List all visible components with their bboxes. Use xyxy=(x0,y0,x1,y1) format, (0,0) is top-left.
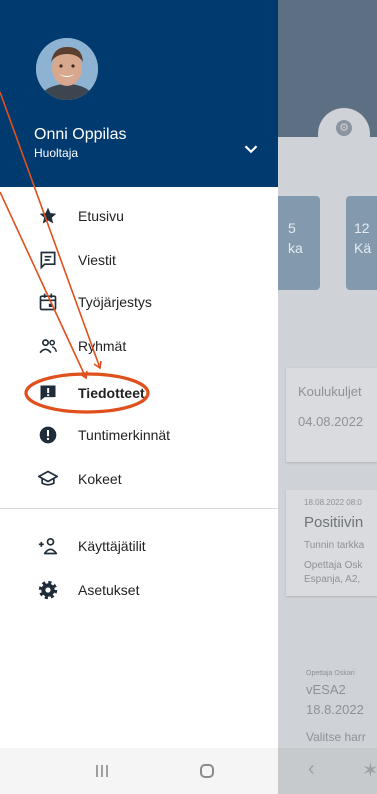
chevron-down-icon[interactable] xyxy=(240,138,262,160)
user-role: Huoltaja xyxy=(34,146,79,160)
graduation-cap-icon xyxy=(38,470,58,486)
background-card-title: vESA2 xyxy=(306,682,346,697)
nav-item-ryhmat[interactable]: Ryhmät xyxy=(0,326,278,366)
drawer-divider xyxy=(0,508,278,509)
recent-apps-icon[interactable] xyxy=(94,764,110,778)
background-card-announcement: 18.08.2022 08:0 Positiivin Tunnin tarkka… xyxy=(286,490,377,596)
nav-item-label: Käyttäjätilit xyxy=(78,538,146,554)
add-user-icon xyxy=(38,538,58,555)
background-card-transport: Koulukuljet 04.08.2022 xyxy=(286,368,377,462)
nav-item-label: Tuntimerkinnät xyxy=(78,427,171,443)
nav-item-kokeet[interactable]: Kokeet xyxy=(0,459,278,499)
background-card-date: 04.08.2022 xyxy=(298,414,364,429)
nav-item-label: Viestit xyxy=(78,252,116,268)
nav-item-tiedotteet[interactable]: Tiedotteet xyxy=(0,373,278,413)
nav-item-viestit[interactable]: Viestit xyxy=(0,240,278,280)
calendar-icon xyxy=(39,293,57,311)
nav-item-label: Ryhmät xyxy=(78,338,127,354)
navigation-drawer: Onni Oppilas Huoltaja Etusivu Viestit Ty… xyxy=(0,0,278,794)
background-card-teacher: Opettaja Osk xyxy=(304,560,363,571)
group-icon xyxy=(39,339,58,354)
nav-item-label: Työjärjestys xyxy=(78,294,152,310)
background-tile: 12 Kä xyxy=(346,196,377,290)
drawer-header: Onni Oppilas Huoltaja xyxy=(0,0,278,187)
avatar[interactable] xyxy=(36,38,98,100)
background-card-date: 18.8.2022 xyxy=(306,702,364,717)
nav-item-asetukset[interactable]: Asetukset xyxy=(0,570,278,610)
nav-item-label: Kokeet xyxy=(78,471,122,487)
background-card-meta: Opettaja Oskari xyxy=(306,670,355,677)
background-card-title: Koulukuljet xyxy=(298,384,362,399)
message-icon xyxy=(40,251,56,270)
background-card-esa: Opettaja Oskari vESA2 18.8.2022 Valitse … xyxy=(296,660,377,748)
background-tile-line1: 5 xyxy=(288,220,296,236)
accessibility-icon[interactable]: ✶ xyxy=(362,758,377,783)
announcement-icon xyxy=(40,385,56,401)
background-tile-line2: Kä xyxy=(354,240,372,256)
background-nav-bar: ‹ ✶ xyxy=(278,748,377,794)
background-tile-line1: 12 xyxy=(354,220,370,236)
back-chevron-icon[interactable]: ‹ xyxy=(308,758,315,781)
background-tile-line2: ka xyxy=(288,240,303,256)
background-card-title: Positiivin xyxy=(304,514,364,531)
system-nav-bar xyxy=(0,748,278,794)
background-card-subtitle: Tunnin tarkka xyxy=(304,540,365,551)
background-gear-icon: ⚙ xyxy=(336,120,352,136)
nav-item-tyojarjestys[interactable]: Työjärjestys xyxy=(0,282,278,322)
background-card-meta: 18.08.2022 08:0 xyxy=(304,498,362,507)
alert-icon xyxy=(39,426,57,444)
nav-item-label: Asetukset xyxy=(78,582,140,598)
nav-item-kayttajatilit[interactable]: Käyttäjätilit xyxy=(0,526,278,566)
nav-item-label: Tiedotteet xyxy=(78,385,145,401)
background-card-course: Espanja, A2, xyxy=(304,574,361,585)
background-card-text: Valitse harr xyxy=(306,730,366,744)
nav-item-label: Etusivu xyxy=(78,208,124,224)
nav-item-etusivu[interactable]: Etusivu xyxy=(0,196,278,236)
star-icon xyxy=(39,207,57,224)
user-name: Onni Oppilas xyxy=(34,126,127,143)
nav-item-tuntimerkinnat[interactable]: Tuntimerkinnät xyxy=(0,415,278,455)
gear-icon xyxy=(38,580,58,600)
home-icon[interactable] xyxy=(200,764,214,778)
avatar-photo xyxy=(36,38,98,100)
